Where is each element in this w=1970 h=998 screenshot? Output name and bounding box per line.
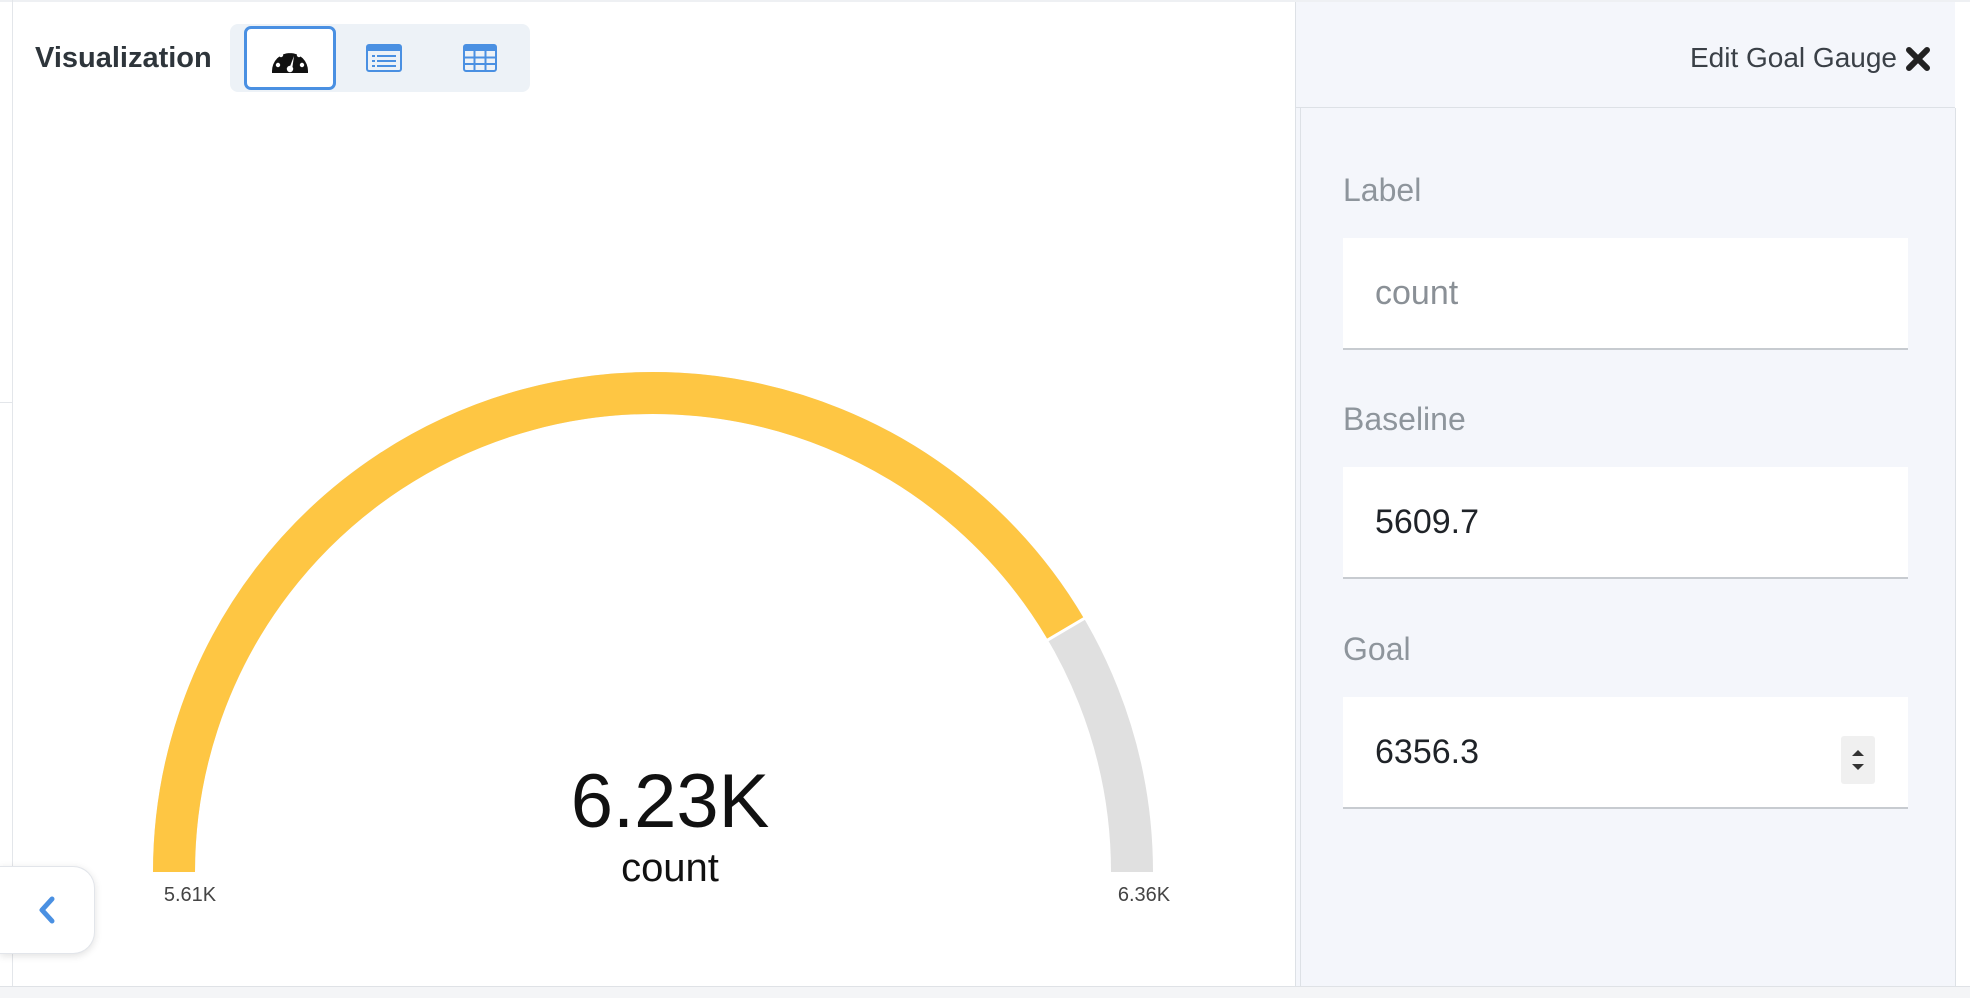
goal-input[interactable] — [1343, 697, 1908, 809]
visualization-panel: Visualization 6.23K count 5.61K 6.36K — [13, 2, 1295, 986]
increment-icon — [1852, 750, 1864, 756]
close-icon — [1906, 47, 1930, 71]
sidebar-header: Edit Goal Gauge — [1296, 2, 1955, 108]
gauge-max-label: 6.36K — [1117, 884, 1171, 906]
baseline-input[interactable] — [1343, 467, 1908, 579]
goal-field-label: Goal — [1343, 631, 1411, 667]
label-field-label: Label — [1343, 172, 1422, 208]
decrement-icon — [1852, 764, 1864, 770]
goal-stepper[interactable] — [1841, 736, 1875, 784]
gauge-label: count — [621, 846, 719, 890]
chevron-left-icon — [39, 896, 55, 924]
collapse-sidebar-button[interactable] — [0, 866, 95, 954]
close-sidebar-button[interactable] — [1905, 46, 1931, 72]
gauge-min-label: 5.61K — [163, 884, 217, 906]
left-panel-divider — [0, 402, 12, 403]
baseline-field-label: Baseline — [1343, 401, 1466, 437]
gauge-value: 6.23K — [570, 759, 770, 844]
label-input[interactable] — [1343, 238, 1908, 350]
sidebar-title: Edit Goal Gauge — [1689, 42, 1897, 73]
